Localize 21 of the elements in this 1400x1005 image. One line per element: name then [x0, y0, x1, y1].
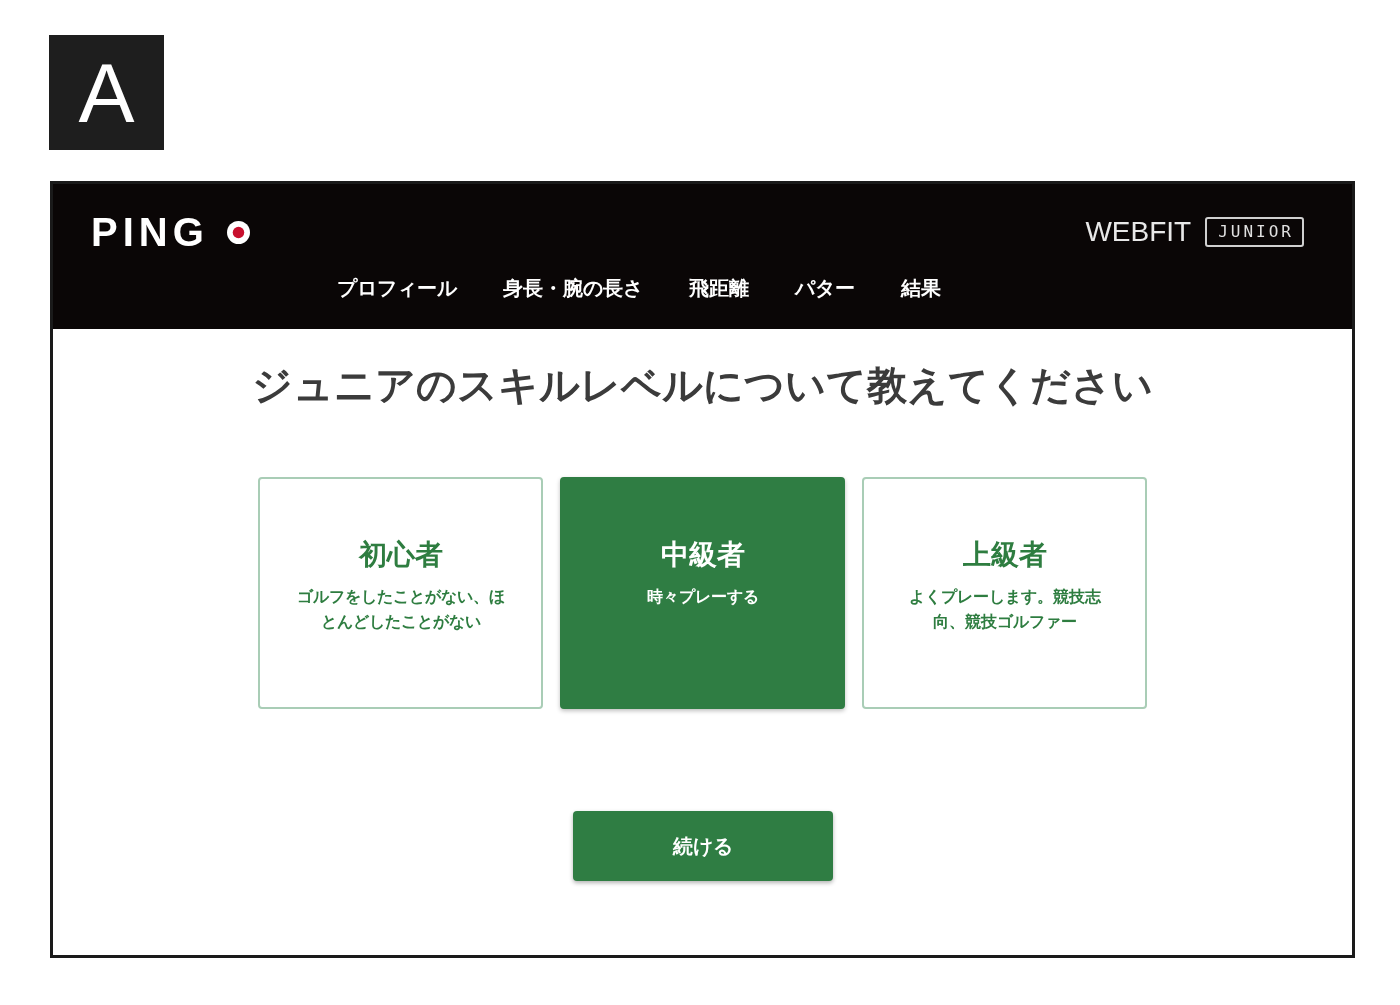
card-description: 時々プレーする — [645, 586, 760, 609]
card-description: よくプレーします。競技志向、競技ゴルファー — [907, 586, 1102, 634]
card-title: 初心者 — [358, 537, 443, 573]
skill-level-card[interactable]: 上級者 よくプレーします。競技志向、競技ゴルファー — [862, 477, 1147, 709]
nav-step[interactable]: 身長・腕の長さ — [503, 276, 643, 300]
nav-step[interactable]: 結果 — [901, 276, 941, 300]
card-description: ゴルフをしたことがない、ほとんどしたことがない — [295, 586, 506, 634]
page-heading: ジュニアのスキルレベルについて教えてください — [252, 361, 1153, 410]
card-title: 上級者 — [962, 537, 1047, 573]
card-title: 中級者 — [660, 537, 745, 573]
panel-label: A — [49, 35, 164, 150]
nav-step[interactable]: 飛距離 — [689, 276, 749, 300]
nav-step[interactable]: プロフィール — [337, 276, 457, 300]
skill-level-card[interactable]: 中級者 時々プレーする — [560, 477, 845, 709]
junior-badge: JUNIOR — [1205, 217, 1304, 247]
logo-dot-icon — [226, 220, 250, 244]
skill-level-card[interactable]: 初心者 ゴルフをしたことがない、ほとんどしたことがない — [258, 477, 543, 709]
brand-logo: PING — [91, 212, 209, 252]
nav-step[interactable]: パター — [795, 276, 855, 300]
continue-button[interactable]: 続ける — [572, 811, 833, 881]
product-name: WEBFIT — [1085, 218, 1192, 246]
